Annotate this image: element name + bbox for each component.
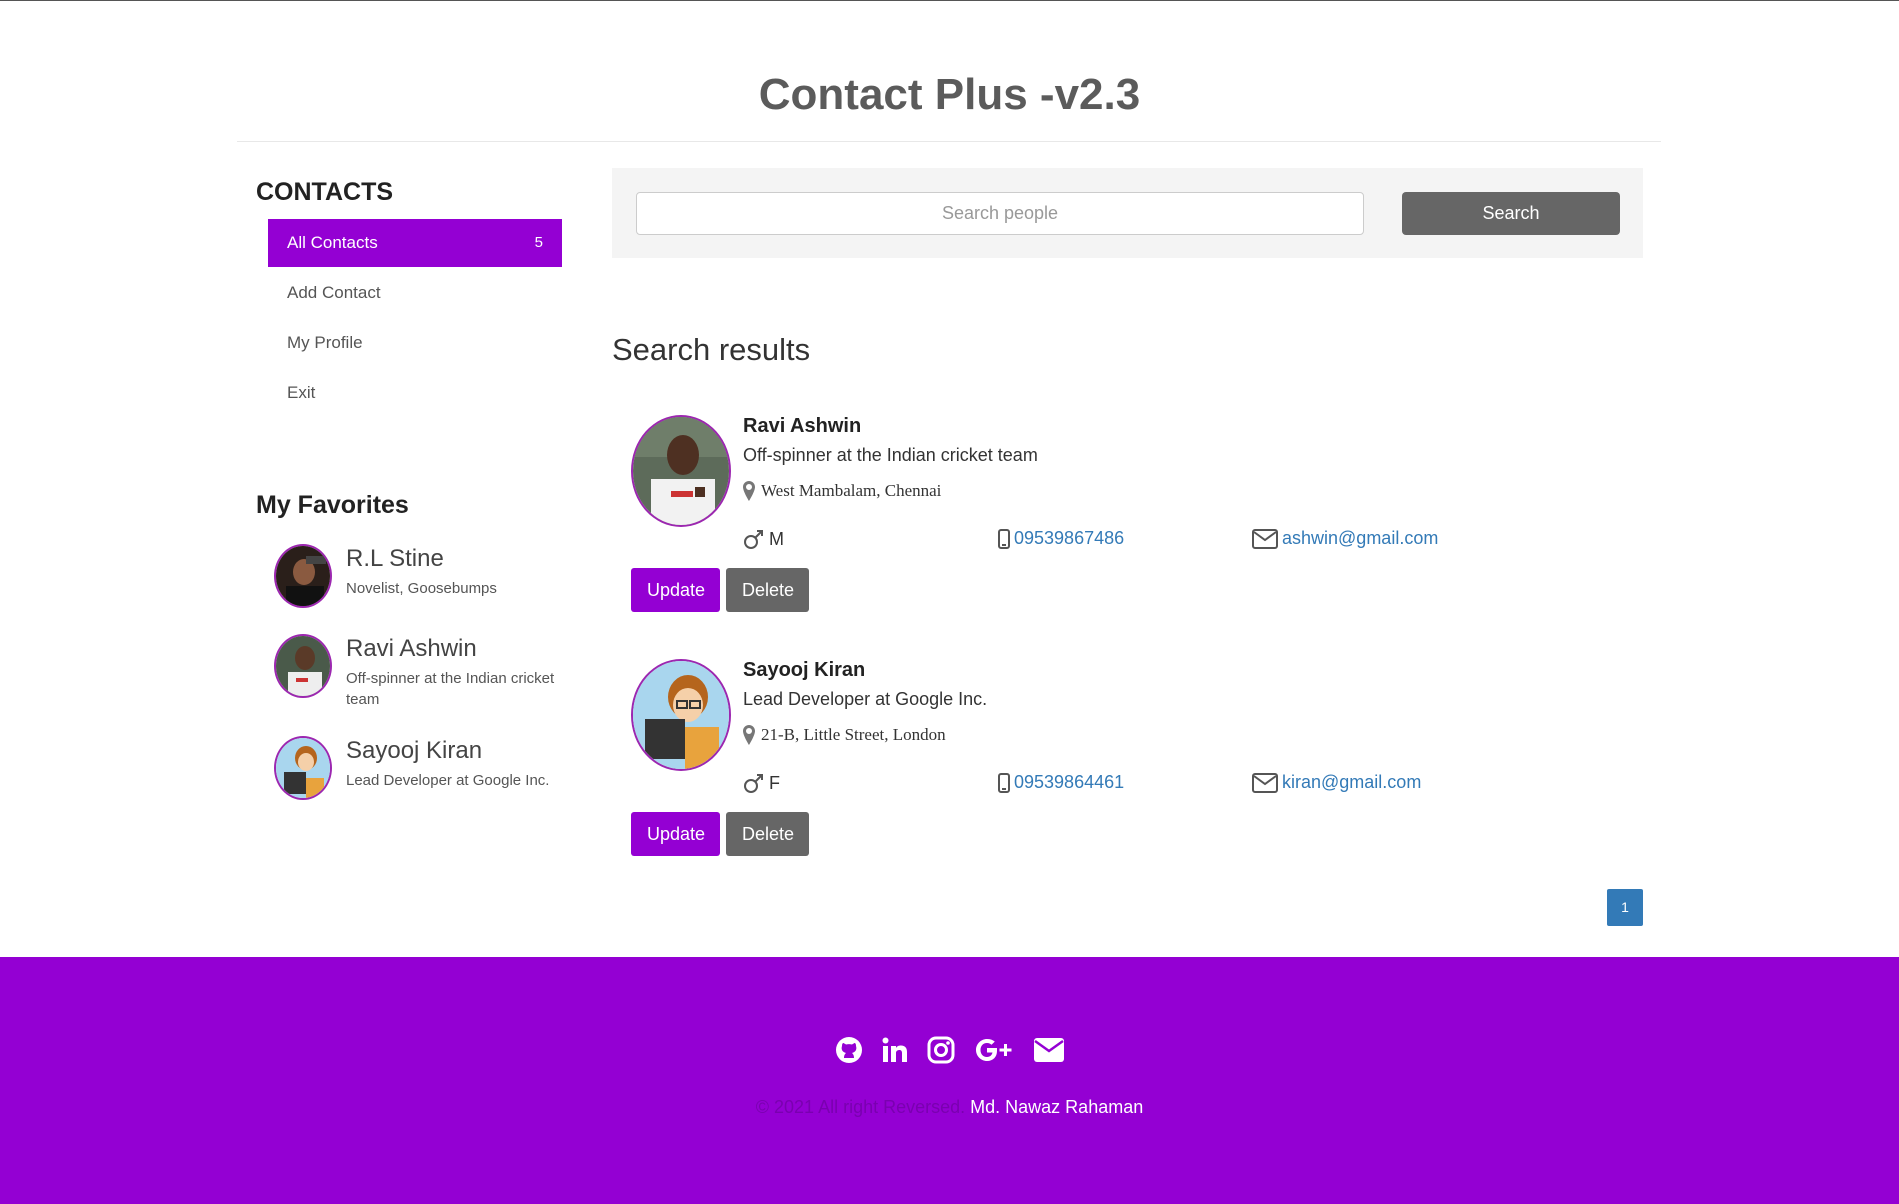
footer: © 2021 All right Reversed. Md. Nawaz Rah…: [0, 957, 1899, 1204]
contacts-count-badge: 5: [534, 234, 543, 251]
avatar: [631, 415, 731, 527]
favorite-item[interactable]: Sayooj Kiran Lead Developer at Google In…: [274, 736, 586, 800]
contact-gender-text: M: [769, 528, 784, 549]
mars-icon: [744, 530, 763, 549]
sidebar: CONTACTS All Contacts 5 Add Contact My P…: [256, 178, 586, 826]
favorite-desc: Lead Developer at Google Inc.: [346, 772, 550, 789]
nav-add-contact[interactable]: Add Contact: [268, 269, 562, 317]
avatar: [274, 736, 332, 800]
header-divider: [237, 141, 1661, 142]
contact-name: Sayooj Kiran: [743, 659, 866, 681]
contact-phone: 09539864461: [998, 772, 1124, 793]
map-marker-icon: [743, 481, 755, 501]
author-link[interactable]: Md. Nawaz Rahaman: [970, 1097, 1143, 1117]
envelope-icon[interactable]: [1032, 1035, 1066, 1065]
contact-gender: M: [743, 528, 784, 550]
linkedin-icon[interactable]: [880, 1035, 910, 1065]
contact-email: kiran@gmail.com: [1252, 772, 1421, 793]
favorite-name: R.L Stine: [346, 545, 444, 572]
nav-add-contact-label: Add Contact: [287, 283, 381, 302]
nav-all-contacts[interactable]: All Contacts 5: [268, 219, 562, 267]
page-header: Contact Plus -v2.3: [0, 70, 1899, 120]
contact-title: Off-spinner at the Indian cricket team: [743, 445, 1038, 465]
contact-card: Sayooj Kiran Lead Developer at Google In…: [630, 659, 1630, 859]
favorites-list: R.L Stine Novelist, Goosebumps Ravi Ashw…: [274, 544, 586, 800]
copyright-text: © 2021 All right Reversed.: [755, 1097, 966, 1117]
favorite-item[interactable]: Ravi Ashwin Off-spinner at the Indian cr…: [274, 634, 586, 710]
avatar: [631, 659, 731, 771]
results-heading: Search results: [612, 332, 811, 367]
nav-all-contacts-label: All Contacts: [287, 233, 378, 252]
contact-email-link[interactable]: ashwin@gmail.com: [1282, 528, 1438, 549]
contact-email: ashwin@gmail.com: [1252, 528, 1438, 549]
contacts-heading: CONTACTS: [256, 178, 394, 206]
contact-address: 21-B, Little Street, London: [743, 725, 946, 745]
avatar: [274, 544, 332, 608]
contact-phone-link[interactable]: 09539864461: [1014, 772, 1124, 793]
avatar: [274, 634, 332, 698]
contact-phone: 09539867486: [998, 528, 1124, 549]
envelope-icon: [1252, 772, 1278, 793]
nav-my-profile[interactable]: My Profile: [268, 319, 562, 367]
contact-address-text: West Mambalam, Chennai: [761, 481, 942, 500]
update-button[interactable]: Update: [631, 812, 720, 856]
instagram-icon[interactable]: [926, 1035, 956, 1065]
delete-button[interactable]: Delete: [726, 812, 809, 856]
favorite-desc: Off-spinner at the Indian cricket team: [346, 670, 555, 708]
mars-icon: [744, 774, 763, 793]
google-plus-icon[interactable]: [972, 1035, 1016, 1065]
search-input[interactable]: [636, 192, 1364, 235]
contact-email-link[interactable]: kiran@gmail.com: [1282, 772, 1421, 793]
contact-gender-text: F: [769, 772, 780, 793]
top-border: [0, 0, 1899, 1]
contact-gender: F: [743, 772, 780, 794]
contact-address-text: 21-B, Little Street, London: [761, 725, 946, 744]
favorite-name: Ravi Ashwin: [346, 635, 477, 662]
mobile-icon: [998, 528, 1010, 549]
copyright: © 2021 All right Reversed. Md. Nawaz Rah…: [0, 1097, 1899, 1118]
favorites-heading: My Favorites: [256, 491, 409, 519]
social-links: [0, 1035, 1899, 1065]
favorite-desc: Novelist, Goosebumps: [346, 580, 497, 597]
contact-address: West Mambalam, Chennai: [743, 481, 941, 501]
contact-name: Ravi Ashwin: [743, 415, 862, 437]
nav-my-profile-label: My Profile: [287, 333, 363, 352]
contact-card: Ravi Ashwin Off-spinner at the Indian cr…: [630, 415, 1630, 615]
favorite-item[interactable]: R.L Stine Novelist, Goosebumps: [274, 544, 586, 608]
contact-phone-link[interactable]: 09539867486: [1014, 528, 1124, 549]
contacts-nav: All Contacts 5 Add Contact My Profile Ex…: [268, 219, 562, 417]
search-panel: Search: [612, 168, 1643, 258]
update-button[interactable]: Update: [631, 568, 720, 612]
nav-exit[interactable]: Exit: [268, 369, 562, 417]
pagination-page-1[interactable]: 1: [1607, 889, 1643, 926]
delete-button[interactable]: Delete: [726, 568, 809, 612]
mobile-icon: [998, 772, 1010, 793]
envelope-icon: [1252, 528, 1278, 549]
page-title: Contact Plus -v2.3: [758, 70, 1141, 119]
map-marker-icon: [743, 725, 755, 745]
favorite-name: Sayooj Kiran: [346, 737, 483, 764]
nav-exit-label: Exit: [287, 383, 316, 402]
search-button[interactable]: Search: [1402, 192, 1620, 235]
github-icon[interactable]: [834, 1035, 864, 1065]
contact-title: Lead Developer at Google Inc.: [743, 689, 988, 709]
